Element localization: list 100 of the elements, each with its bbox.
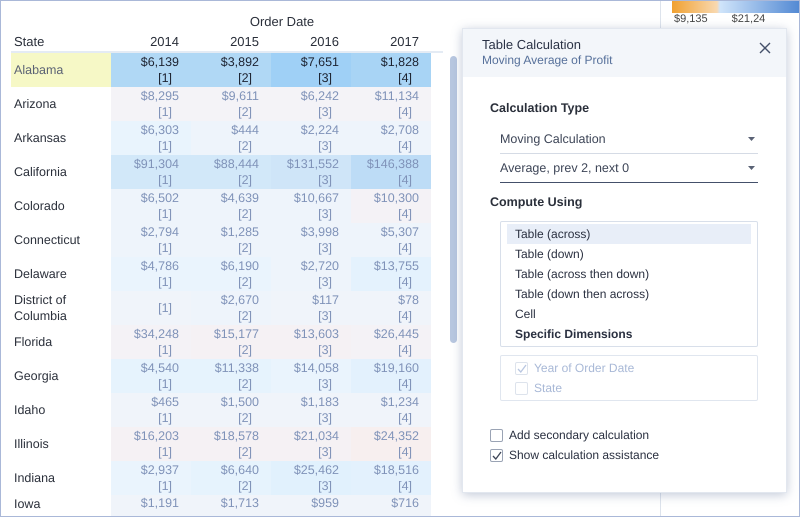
row-header[interactable]: Iowa	[11, 495, 111, 516]
checkbox[interactable]	[490, 428, 503, 442]
checkbox-label: Year of Order Date	[534, 361, 634, 375]
checkbox[interactable]	[490, 448, 503, 462]
cell-value: $24,352	[374, 428, 419, 444]
list-item[interactable]: Table (down then across)	[507, 284, 751, 304]
row-header[interactable]: Georgia	[11, 359, 111, 393]
row-header[interactable]: Connecticut	[11, 223, 111, 257]
cell-value: $78	[398, 292, 419, 308]
row-header[interactable]: Illinois	[11, 427, 111, 461]
cell-index: [1]	[158, 300, 173, 316]
cell-index: [1]	[158, 138, 173, 154]
cell-index: [2]	[238, 308, 253, 324]
column-header: 2015	[229, 34, 260, 51]
list-item[interactable]: Cell	[507, 304, 751, 324]
cell-value: $14,058	[294, 360, 339, 376]
cell-index: [4]	[398, 138, 413, 154]
list-item[interactable]: Table (down)	[507, 244, 751, 264]
cell-value: $91,304	[134, 156, 179, 172]
cell-value: $13,755	[374, 258, 419, 274]
cell-index: [4]	[398, 172, 413, 188]
row-header[interactable]: Idaho	[11, 393, 111, 427]
legend-label: $21,24	[732, 13, 766, 25]
cell-value: $10,300	[374, 190, 419, 206]
row-header[interactable]: Indiana	[11, 461, 111, 495]
cell-index: [3]	[318, 104, 333, 120]
cell-index: [4]	[398, 444, 413, 460]
cell-index: [1]	[158, 206, 173, 222]
column-header: 2014	[149, 34, 180, 51]
cell-value: $18,516	[374, 462, 419, 478]
dialog-title: Table Calculation	[482, 37, 582, 53]
cell-value: $2,720	[300, 258, 339, 274]
cell-value: $6,640	[220, 462, 259, 478]
cell-value: $2,708	[380, 122, 419, 138]
cell-value: $1,285	[220, 224, 259, 240]
cell-index: [4]	[398, 478, 413, 494]
cell-index: [4]	[398, 376, 413, 392]
cell-value: $2,224	[300, 122, 339, 138]
cell-index: [1]	[158, 104, 173, 120]
cell-value: $6,502	[140, 190, 179, 206]
cell-value: $959	[311, 495, 339, 511]
cell-index: [4]	[398, 240, 413, 256]
cell-index: [2]	[238, 274, 253, 290]
cell-index: [2]	[238, 138, 253, 154]
cell-value: $1,713	[220, 495, 259, 511]
cell-index: [4]	[398, 410, 413, 426]
cell-index: [3]	[318, 70, 333, 86]
cell-value: $2,670	[220, 292, 259, 308]
dropdown[interactable]: Average, prev 2, next 0	[500, 154, 758, 183]
cell-value: $4,639	[220, 190, 259, 206]
cell-index: [4]	[398, 274, 413, 290]
list-item[interactable]: Table (across then down)	[507, 264, 751, 284]
cell-value: $2,794	[140, 224, 179, 240]
legend-label: $9,135	[674, 13, 708, 25]
cell-value: $19,160	[374, 360, 419, 376]
cell-index: [1]	[158, 444, 173, 460]
cell-index: [1]	[158, 376, 173, 392]
cell-value: $16,203	[134, 428, 179, 444]
list-item[interactable]: Specific Dimensions	[507, 324, 751, 344]
cell-index: [2]	[238, 172, 253, 188]
cell-index: [4]	[398, 308, 413, 324]
cell-value: $117	[312, 292, 339, 308]
cell-value: $88,444	[214, 156, 259, 172]
close-icon	[759, 42, 771, 54]
cell-index: [3]	[318, 376, 333, 392]
cell-index: [2]	[238, 240, 253, 256]
row-header[interactable]: Colorado	[11, 189, 111, 223]
dropdown[interactable]: Moving Calculation	[500, 125, 758, 154]
row-header[interactable]: Arizona	[11, 87, 111, 121]
row-header[interactable]: District of Columbia	[11, 291, 111, 325]
cell-value: $9,611	[222, 88, 259, 104]
list-item[interactable]: Table (across)	[507, 224, 751, 244]
cell-index: [4]	[398, 206, 413, 222]
checkbox-label: Show calculation assistance	[509, 448, 660, 462]
row-header[interactable]: Arkansas	[11, 121, 111, 155]
cell-index: [3]	[318, 240, 333, 256]
cell-index: [2]	[238, 70, 253, 86]
cell-index: [2]	[238, 104, 253, 120]
cell-value: $716	[391, 495, 419, 511]
cell-value: $8,295	[140, 88, 179, 104]
cell-index: [1]	[158, 478, 173, 494]
cell-value: $444	[231, 122, 259, 138]
cell-index: [2]	[238, 444, 253, 460]
cell-value: $4,540	[140, 360, 179, 376]
cell-value: $3,892	[220, 54, 259, 70]
row-header[interactable]: California	[11, 155, 111, 189]
row-header[interactable]: Florida	[11, 325, 111, 359]
cell-value: $3,998	[300, 224, 339, 240]
cell-index: [3]	[318, 138, 333, 154]
cell-value: $6,190	[220, 258, 259, 274]
cell-value: $7,651	[300, 54, 339, 70]
row-header[interactable]: Alabama	[11, 53, 111, 87]
cell-index: [2]	[238, 342, 253, 358]
scrollbar[interactable]	[450, 56, 457, 343]
row-header[interactable]: Delaware	[11, 257, 111, 291]
section-label: Compute Using	[490, 195, 584, 209]
section-label: Calculation Type	[490, 101, 590, 115]
checkbox-label: Add secondary calculation	[509, 428, 650, 442]
cell-value: $131,552	[286, 156, 339, 172]
cell-value: $34,248	[134, 326, 179, 342]
